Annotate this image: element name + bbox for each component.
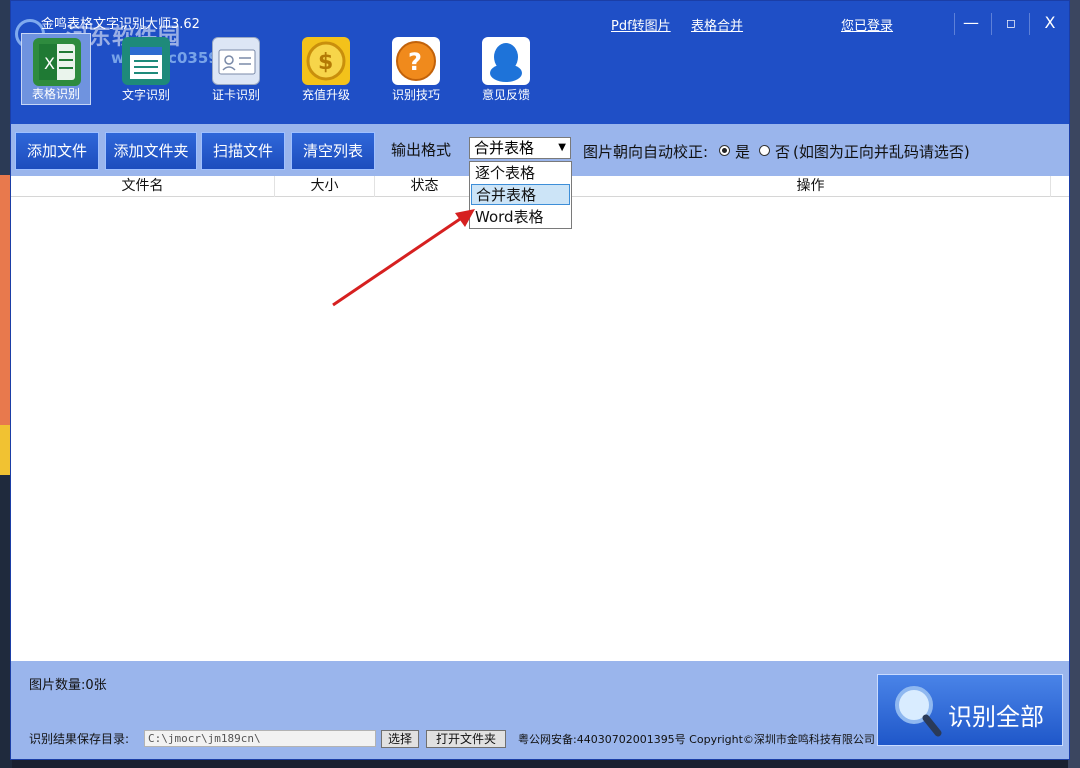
scan-file-button[interactable]: 扫描文件 xyxy=(201,132,285,170)
tool-feedback[interactable]: 意见反馈 xyxy=(471,33,541,105)
minimize-button[interactable]: — xyxy=(956,11,986,35)
svg-text:$: $ xyxy=(318,50,333,75)
tool-text-recognition[interactable]: 文字识别 xyxy=(111,33,181,105)
column-header-filename: 文件名 xyxy=(11,176,275,197)
close-button[interactable]: X xyxy=(1035,11,1065,35)
svg-text:?: ? xyxy=(408,48,422,76)
dropdown-option[interactable]: Word表格 xyxy=(471,207,570,228)
id-card-icon xyxy=(212,37,260,85)
excel-icon: X xyxy=(33,38,81,86)
file-table: 文件名 大小 状态 操作 xyxy=(11,176,1069,661)
output-format-select[interactable]: 合并表格 ▼ xyxy=(469,137,571,159)
column-header-actions: 操作 xyxy=(571,176,1051,197)
tool-recognition-tips[interactable]: ? 识别技巧 xyxy=(381,33,451,105)
choose-dir-button[interactable]: 选择 xyxy=(381,730,419,748)
copyright-text: 粤公网安备:44030702001395号 Copyright©深圳市金鸣科技有… xyxy=(518,733,875,746)
svg-text:X: X xyxy=(44,54,55,73)
qq-icon xyxy=(482,37,530,85)
tool-label: 意见反馈 xyxy=(481,88,530,102)
orientation-note: (如图为正向并乱码请选否) xyxy=(793,143,970,161)
add-folder-button[interactable]: 添加文件夹 xyxy=(105,132,197,170)
recognize-all-button[interactable]: 识别全部 xyxy=(877,674,1063,746)
login-status-link[interactable]: 您已登录 xyxy=(841,15,893,34)
tool-table-recognition[interactable]: X 表格识别 xyxy=(21,33,91,105)
orientation-no-radio[interactable] xyxy=(759,145,770,156)
output-format-label: 输出格式 xyxy=(391,141,452,159)
tool-label: 表格识别 xyxy=(31,87,80,101)
chevron-down-icon: ▼ xyxy=(558,142,566,153)
tool-label: 文字识别 xyxy=(121,88,170,102)
pdf-to-image-link[interactable]: Pdf转图片 xyxy=(611,15,671,34)
status-bar: 图片数量:0张 识别结果保存目录: C:\jmocr\jm189cn\ 选择 打… xyxy=(11,661,1069,759)
orientation-yes-label: 是 xyxy=(735,143,751,161)
orientation-no-label: 否 xyxy=(775,143,791,161)
document-icon xyxy=(122,37,170,85)
annotation-arrow xyxy=(332,209,475,307)
magnifier-icon xyxy=(895,686,942,737)
tool-card-recognition[interactable]: 证卡识别 xyxy=(201,33,271,105)
orientation-yes-radio[interactable] xyxy=(719,145,730,156)
app-window: 金鸣表格文字识别大师3.62 河东软件园 www.pc0359.cn Pdf转图… xyxy=(10,0,1070,760)
maximize-button[interactable]: ◻ xyxy=(996,11,1026,35)
help-icon: ? xyxy=(392,37,440,85)
coin-icon: $ xyxy=(302,37,350,85)
tool-recharge-upgrade[interactable]: $ 充值升级 xyxy=(291,33,361,105)
output-format-value: 合并表格 xyxy=(474,139,535,157)
tool-label: 证卡识别 xyxy=(211,88,260,102)
separator xyxy=(1029,13,1030,35)
save-dir-input[interactable]: C:\jmocr\jm189cn\ xyxy=(144,730,376,747)
column-header-status: 状态 xyxy=(375,176,475,197)
tool-label: 充值升级 xyxy=(301,88,350,102)
output-format-dropdown: 逐个表格 合并表格 Word表格 xyxy=(469,161,572,229)
add-file-button[interactable]: 添加文件 xyxy=(15,132,99,170)
dropdown-option[interactable]: 逐个表格 xyxy=(471,163,570,184)
recognize-all-label: 识别全部 xyxy=(948,703,1044,731)
title-toolbar: 金鸣表格文字识别大师3.62 河东软件园 www.pc0359.cn Pdf转图… xyxy=(11,1,1069,124)
image-count: 图片数量:0张 xyxy=(29,678,107,693)
separator xyxy=(954,13,955,35)
orientation-label: 图片朝向自动校正: xyxy=(583,143,709,161)
clear-list-button[interactable]: 清空列表 xyxy=(291,132,375,170)
dropdown-option[interactable]: 合并表格 xyxy=(471,184,570,205)
open-folder-button[interactable]: 打开文件夹 xyxy=(426,730,506,748)
separator xyxy=(991,13,992,35)
column-header-size: 大小 xyxy=(275,176,375,197)
table-merge-link[interactable]: 表格合并 xyxy=(691,15,743,34)
tool-label: 识别技巧 xyxy=(391,88,440,102)
save-dir-label: 识别结果保存目录: xyxy=(29,732,130,746)
